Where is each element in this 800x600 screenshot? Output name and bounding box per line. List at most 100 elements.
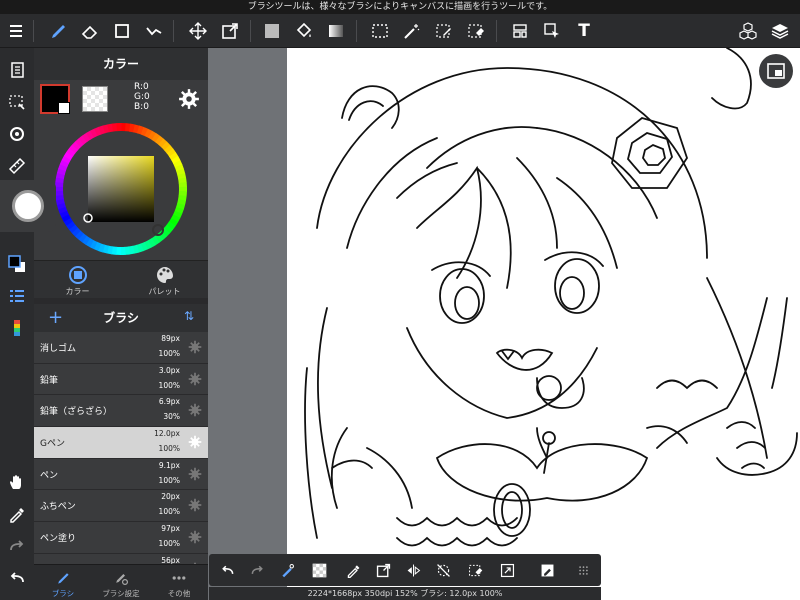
hand-tool-icon[interactable] [3, 468, 31, 496]
brush-item[interactable]: 鉛筆 3.0px 100% [34, 363, 208, 396]
brush-settings-gear-icon[interactable] [188, 498, 202, 512]
rgb-b-value: B:0 [134, 102, 149, 112]
fit-screen-icon[interactable] [495, 558, 519, 582]
tab-brush[interactable]: ブラシ [34, 565, 92, 600]
brush-item[interactable]: 鉛筆（ざらざら） 6.9px 30% [34, 395, 208, 428]
transform-icon[interactable] [216, 17, 244, 45]
brush-item[interactable]: ふちペン 20px 100% [34, 490, 208, 523]
brush-name: ペン塗り [40, 534, 77, 545]
menu-icon[interactable] [2, 17, 30, 45]
brush-item[interactable]: ペン塗り 97px 100% [34, 522, 208, 554]
color-wheel[interactable] [34, 120, 208, 260]
redo-icon[interactable] [3, 532, 31, 560]
brush-size: 9.1px [158, 460, 180, 470]
tab-palette[interactable]: パレット [121, 261, 208, 299]
color-swatch-icon[interactable] [3, 250, 31, 278]
drag-handle-icon[interactable] [571, 558, 595, 582]
brush-panel-header: + ブラシ ⇅ [34, 298, 208, 332]
brush-size: 6.9px [158, 397, 180, 407]
layer-window-icon[interactable] [506, 17, 534, 45]
brush-settings-gear-icon[interactable] [188, 340, 202, 354]
transform-icon[interactable] [371, 558, 395, 582]
brush-list-icon[interactable] [3, 282, 31, 310]
undo-icon[interactable] [215, 558, 239, 582]
hue-picker-handle[interactable] [152, 224, 164, 236]
rgb-g-value: G:0 [134, 92, 150, 102]
foreground-color-swatch[interactable] [40, 84, 70, 114]
bottom-quick-toolbar [209, 554, 601, 586]
flip-horizontal-icon[interactable] [401, 558, 425, 582]
brush-stabilizer-icon[interactable] [275, 558, 299, 582]
selection-rect-icon[interactable] [366, 17, 394, 45]
color-settings-gear-icon[interactable] [178, 88, 200, 110]
brush-settings-gear-icon[interactable] [188, 372, 202, 386]
tab-color-label: カラー [65, 287, 90, 296]
tab-color[interactable]: カラー [34, 261, 121, 299]
line-art-illustration [304, 48, 798, 547]
brush-size-slider[interactable] [0, 180, 56, 232]
brush-size: 97px [161, 524, 180, 534]
brush-opacity: 100% [158, 380, 180, 390]
background-color-swatch[interactable] [82, 86, 108, 112]
palette-strip-icon[interactable] [3, 314, 31, 342]
drawing-canvas[interactable] [287, 48, 800, 600]
eyedropper-icon[interactable] [341, 558, 365, 582]
tab-brush-settings[interactable]: ブラシ設定 [92, 565, 150, 600]
brush-list: 消しゴム 89px 100% 鉛筆 3.0px 100% 鉛筆（ざらざら） 6.9px 30% G… [34, 332, 208, 586]
brush-settings-gear-icon[interactable] [188, 530, 202, 544]
fill-color-icon[interactable] [258, 17, 286, 45]
vector-tool-icon[interactable] [140, 17, 168, 45]
brush-name: 消しゴム [40, 344, 77, 354]
gradient-icon[interactable] [322, 17, 350, 45]
undo-icon[interactable] [3, 564, 31, 592]
edit-mode-icon[interactable] [535, 558, 559, 582]
brush-settings-gear-icon[interactable] [188, 467, 202, 481]
brush-name: 鉛筆 [40, 375, 59, 386]
redo-icon[interactable] [245, 558, 269, 582]
brush-size: 12.0px [154, 429, 180, 439]
select-move-icon[interactable] [538, 17, 566, 45]
tab-brush-settings-label: ブラシ設定 [102, 589, 140, 598]
brush-item[interactable]: 消しゴム 89px 100% [34, 332, 208, 364]
select-eraser-icon[interactable] [462, 17, 490, 45]
brush-item[interactable]: Gペン 12.0px 100% [34, 427, 208, 459]
text-icon[interactable]: T [570, 17, 598, 45]
eraser-tool-icon[interactable] [76, 17, 104, 45]
magic-wand-icon[interactable] [398, 17, 426, 45]
canvas-preview-button[interactable] [759, 54, 793, 88]
left-tool-strip [0, 48, 34, 600]
select-rect-icon[interactable] [108, 17, 136, 45]
brush-opacity: 100% [158, 539, 180, 549]
rotate-canvas-icon[interactable] [3, 120, 31, 148]
canvas-info-bar: 2224*1668px 350dpi 152% ブラシ: 12.0px 100% [209, 587, 601, 600]
brush-settings-gear-icon[interactable] [188, 435, 202, 449]
brush-name: 鉛筆（ざらざら） [40, 407, 113, 418]
brush-size: 20px [161, 492, 180, 502]
brush-name: ふちペン [40, 502, 76, 513]
lasso-off-icon[interactable] [431, 558, 455, 582]
select-pen-icon[interactable] [430, 17, 458, 45]
eyedropper-icon[interactable] [3, 500, 31, 528]
selection-toggle-icon[interactable] [3, 88, 31, 116]
transparent-color-icon[interactable] [307, 558, 331, 582]
rgb-readout: R:0 G:0 B:0 [134, 82, 150, 112]
ruler-icon[interactable] [3, 152, 31, 180]
status-bar-hint: ブラシツールは、様々なブラシによりキャンバスに描画を行うツールです。 [0, 0, 800, 14]
brush-settings-gear-icon[interactable] [188, 403, 202, 417]
brush-opacity: 100% [158, 475, 180, 485]
tab-brush-label: ブラシ [51, 589, 75, 598]
brush-tool-icon[interactable] [44, 17, 72, 45]
bucket-icon[interactable] [290, 17, 318, 45]
brush-item[interactable]: ペン 9.1px 100% [34, 458, 208, 491]
top-toolbar: T [0, 14, 800, 48]
panel-bottom-tabs: ブラシ ブラシ設定 その他 [34, 564, 208, 600]
tab-other[interactable]: その他 [150, 565, 208, 600]
select-eraser-icon[interactable] [463, 558, 487, 582]
3d-material-icon[interactable] [734, 17, 762, 45]
layers-icon[interactable] [766, 17, 794, 45]
brush-size: 3.0px [158, 365, 180, 375]
move-icon[interactable] [184, 17, 212, 45]
page-manager-icon[interactable] [3, 56, 31, 84]
brush-opacity: 100% [158, 507, 180, 517]
sort-brush-button[interactable]: ⇅ [184, 309, 194, 323]
